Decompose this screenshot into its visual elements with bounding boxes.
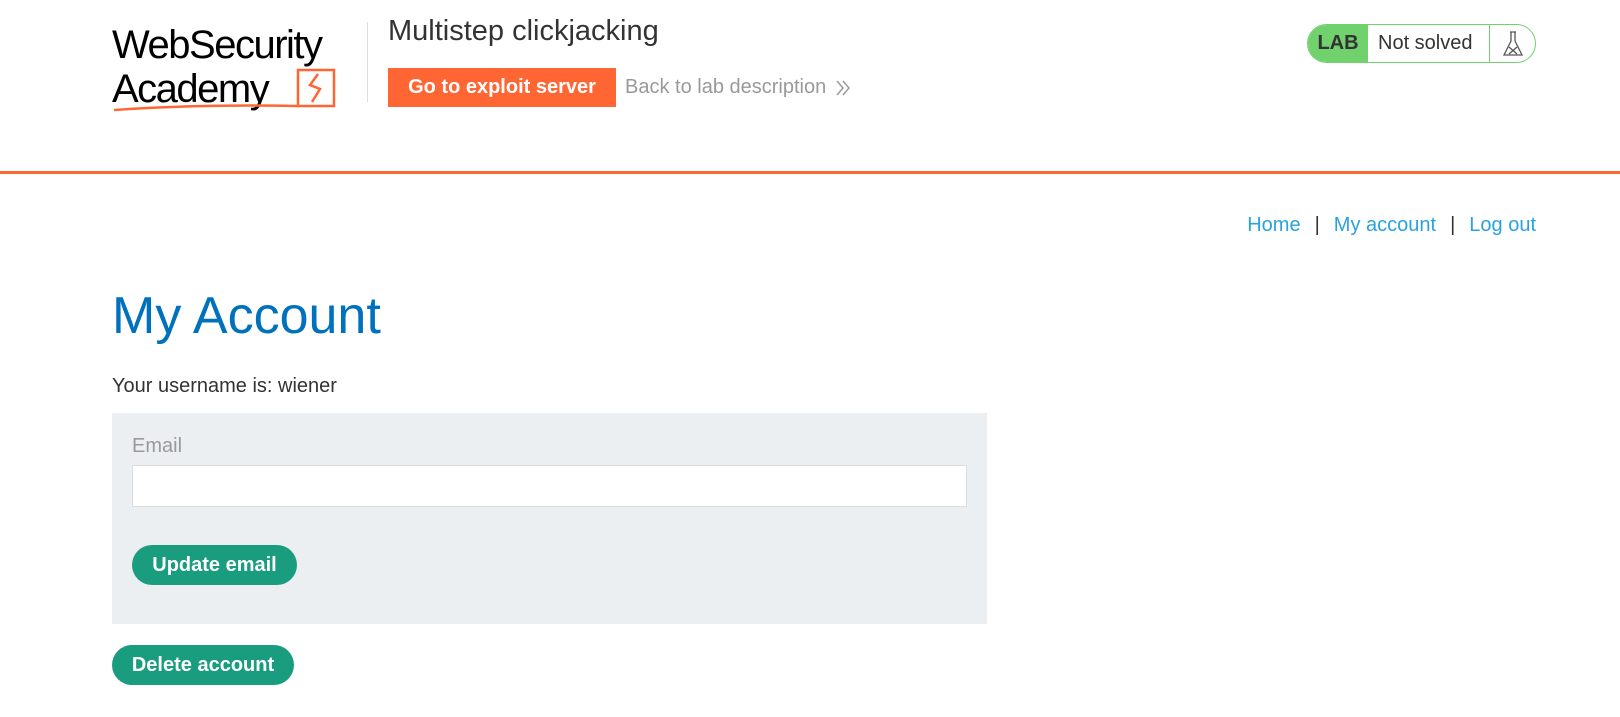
web-security-academy-logo[interactable]: WebSecurity Academy <box>112 22 362 114</box>
nav-separator: | <box>1450 214 1456 236</box>
lab-status-widget: LAB Not solved <box>1307 24 1536 63</box>
username-text: Your username is: wiener <box>112 375 337 397</box>
flask-icon <box>1489 25 1535 62</box>
back-link-label: Back to lab description <box>625 76 827 98</box>
email-label: Email <box>132 435 183 457</box>
page-title: My Account <box>112 287 381 345</box>
lab-status-text: Not solved <box>1378 32 1473 54</box>
lab-title: Multistep clickjacking <box>388 15 659 47</box>
change-email-form: Email Update email <box>112 413 987 624</box>
lab-badge: LAB <box>1308 25 1368 62</box>
update-email-button[interactable]: Update email <box>132 545 297 585</box>
account-nav: Home | My account | Log out <box>1247 214 1536 237</box>
nav-separator: | <box>1314 214 1320 236</box>
nav-my-account-link[interactable]: My account <box>1334 214 1436 237</box>
logo-divider <box>367 22 368 102</box>
double-chevron-right-icon <box>836 80 851 95</box>
lab-header: WebSecurity Academy Multistep clickjacki… <box>0 0 1620 174</box>
delete-account-button[interactable]: Delete account <box>112 645 294 685</box>
go-to-exploit-server-button[interactable]: Go to exploit server <box>388 68 616 107</box>
nav-logout-link[interactable]: Log out <box>1469 214 1536 237</box>
email-input[interactable] <box>132 465 967 507</box>
back-to-lab-description-link[interactable]: Back to lab description <box>625 76 851 99</box>
svg-text:WebSecurity: WebSecurity <box>112 23 323 67</box>
nav-home-link[interactable]: Home <box>1247 214 1300 237</box>
